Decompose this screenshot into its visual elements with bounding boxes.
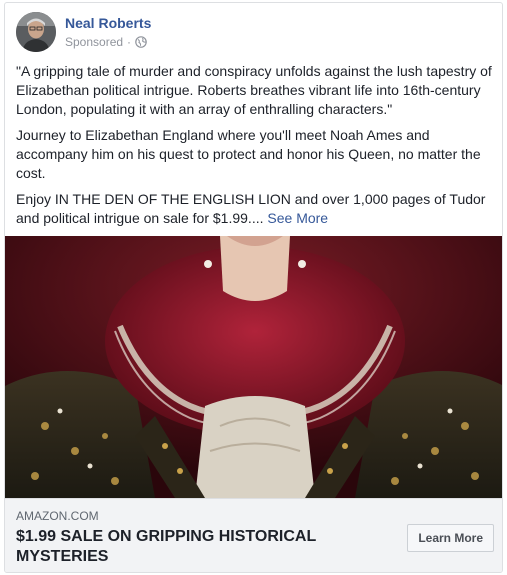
post-offer-text: Enjoy IN THE DEN OF THE ENGLISH LION and…: [16, 191, 486, 226]
post-paragraph-quote: "A gripping tale of murder and conspirac…: [16, 63, 492, 117]
post-paragraph-offer: Enjoy IN THE DEN OF THE ENGLISH LION and…: [16, 190, 494, 228]
globe-icon: [135, 36, 147, 48]
sponsored-post-card: Neal Roberts Sponsored · "A gripping tal…: [4, 2, 503, 573]
post-paragraph-journey: Journey to Elizabethan England where you…: [16, 127, 481, 181]
meta-separator: ·: [127, 35, 132, 49]
link-preview[interactable]: AMAZON.COM $1.99 SALE ON GRIPPING HISTOR…: [5, 498, 502, 572]
link-domain: AMAZON.COM: [16, 509, 99, 523]
see-more-link[interactable]: See More: [267, 210, 328, 226]
ad-hero-image[interactable]: [5, 236, 502, 498]
sponsored-label[interactable]: Sponsored: [65, 35, 123, 49]
post-body: "A gripping tale of murder and conspirac…: [16, 62, 494, 235]
link-headline[interactable]: $1.99 SALE ON GRIPPING HISTORICAL MYSTER…: [16, 527, 356, 567]
sponsored-row: Sponsored ·: [65, 35, 147, 49]
post-header: Neal Roberts Sponsored ·: [16, 12, 486, 54]
author-name[interactable]: Neal Roberts: [65, 15, 151, 31]
author-avatar[interactable]: [16, 12, 56, 52]
learn-more-button[interactable]: Learn More: [407, 524, 494, 552]
